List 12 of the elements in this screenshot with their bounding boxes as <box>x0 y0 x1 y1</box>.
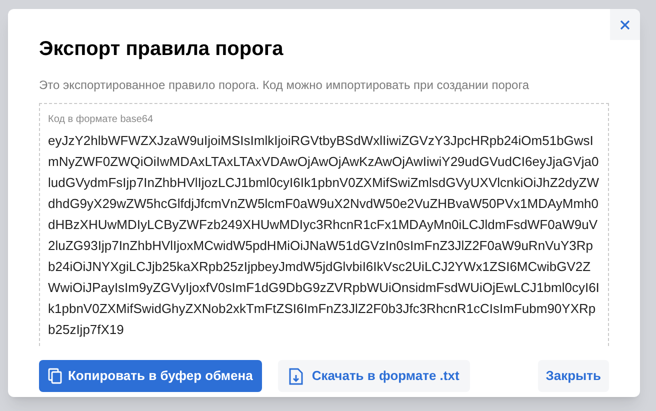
file-download-icon <box>288 368 303 384</box>
code-text: eyJzY2hlbWFWZXJzaW9uIjoiMSIsImlkIjoiRGVtbyBSdWxlIiwiZGVzY3JpcHRpb24iOm51bGwsImNyZWF0ZWQiOiIwMDAxLTAxLTAxVDAwOjAwOjAwKzAwOjAwIiwiY29udGVudCI6eyJjaGVja0ludGVydmFsIjp7InZhbHVlIjozLCJ1bml0cyI6Ik1pbnV0ZXMifSwiZmlsdGVyUXVlcnkiOiJhZ2dyZWdhdG9yX29wZW5hcGlfdjJfcmVnZW5lcmF0aW9uX2NvdW50e2VuZHBvaW50PVx1MDAyMmh0dHBzXHUwMDIyLCByZWFzb249XHUwMDIyc3RhcnR1cFx1MDAyMn0iLCJldmFsdWF0aW9uV2luZG93Ijp7InZhbHVlIjoxMCwidW5pdHMiOiJNaW51dGVzIn0sImFnZ3JlZ2F0aW9uRnVuY3Rpb24iOiJNYXgiLCJjb25kaXRpb25zIjpbeyJmdW5jdGlvbiI6IkVsc2UiLCJ2YWx1ZSI6MCwibGV2ZWwiOiJPayIsIm9yZGVyIjoxfV0sImF1dG9DbG9zZVRpbWUiOnsidmFsdWUiOjEwLCJ1bml0cyI6Ik1pbnV0ZXMifSwidGhyZXNob2xkTmFtZSI6ImFnZ3JlZ2F0b3Jfc3RhcnR1cCIsImFubm90YXRpb25zIjp7fX19 <box>48 132 600 339</box>
dialog-description: Это экспортированное правило порога. Код можно импортировать при создании порога <box>39 77 530 94</box>
download-button[interactable]: Скачать в формате .txt <box>278 360 470 392</box>
close-button[interactable] <box>610 9 640 40</box>
close-text-button[interactable]: Закрыть <box>538 360 609 392</box>
close-icon <box>620 20 630 30</box>
dialog-title: Экспорт правила порога <box>39 37 284 62</box>
code-field[interactable] <box>39 103 609 346</box>
copy-button[interactable]: Копировать в буфер обмена <box>39 360 262 392</box>
copy-icon <box>48 368 62 384</box>
field-label: Код в формате base64 <box>48 113 154 127</box>
